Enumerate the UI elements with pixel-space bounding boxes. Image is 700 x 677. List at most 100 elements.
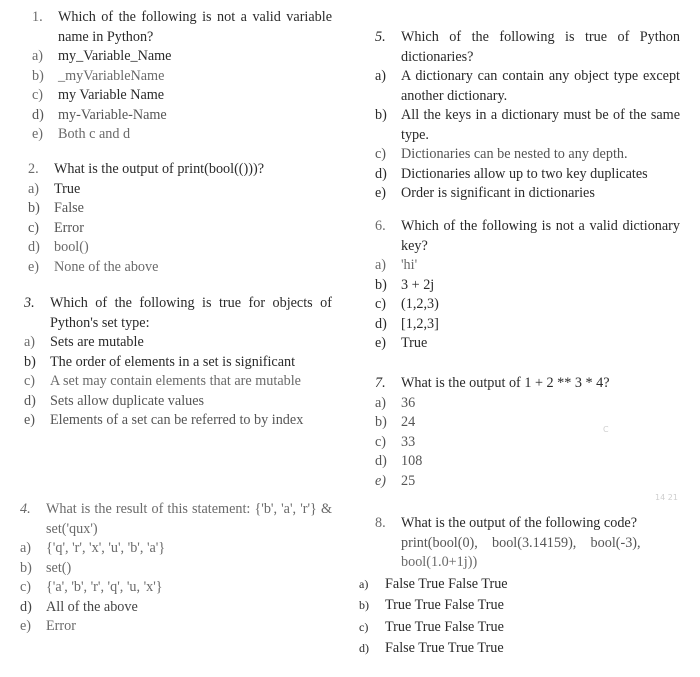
question-number: 2. xyxy=(28,161,39,177)
option: d) bool() xyxy=(28,238,332,258)
option-text: {'q', 'r', 'x', 'u', 'b', 'a'} xyxy=(46,540,166,556)
option-label: d) xyxy=(359,641,369,655)
option-label: e) xyxy=(32,126,44,142)
option: c) Dictionaries can be nested to any dept… xyxy=(375,145,680,165)
option-label: c) xyxy=(24,373,36,389)
option-label: d) xyxy=(28,239,40,255)
option: e) Elements of a set can be referred to b… xyxy=(24,411,332,431)
question-stem: 1. Which of the following is not a valid… xyxy=(32,8,332,47)
question-text: What is the output of print(bool(()))? xyxy=(54,161,264,177)
question-text: Which of the following is true for objec… xyxy=(50,295,332,331)
option-text: True True False True xyxy=(385,618,504,635)
option: b) 3 + 2j xyxy=(375,276,680,296)
option-text: False True False True xyxy=(385,575,508,592)
option-text: Dictionaries allow up to two key duplica… xyxy=(401,165,648,182)
option-label: b) xyxy=(375,107,387,123)
option: c) 33 xyxy=(375,433,680,453)
option: c) Error xyxy=(28,219,332,239)
option: e) None of the above xyxy=(28,258,332,278)
option-label: c) xyxy=(375,433,387,450)
option-text: 33 xyxy=(401,433,416,450)
option-label: d) xyxy=(375,453,387,469)
option-label: a) xyxy=(375,394,387,411)
question-text: Which of the following is not a valid va… xyxy=(58,9,332,45)
question-stem: 3. Which of the following is true for ob… xyxy=(24,294,332,333)
option-label: c) xyxy=(20,579,32,595)
option-label: a) xyxy=(28,180,40,197)
option-label: b) xyxy=(375,276,387,293)
option-text: 25 xyxy=(401,472,416,489)
option: c) my Variable Name xyxy=(32,86,332,106)
option: c) A set may contain elements that are mu… xyxy=(24,372,332,392)
question-stem: 8. What is the output of the following c… xyxy=(359,514,679,534)
option: a) True xyxy=(28,180,332,200)
question-number: 1. xyxy=(32,9,43,25)
option-label: e) xyxy=(375,185,387,201)
code-line: bool(1.0+1j)) xyxy=(401,554,478,570)
option-label: d) xyxy=(24,392,36,409)
question-stem: 6. Which of the following is not a valid… xyxy=(375,217,680,256)
option-text: set() xyxy=(46,559,72,576)
option-label: a) xyxy=(359,576,369,591)
option-label: a) xyxy=(375,68,387,84)
question-number: 4. xyxy=(20,501,31,517)
question-stem: 4. What is the result of this statement:… xyxy=(20,500,332,539)
option-label: a) xyxy=(24,334,36,350)
option: a) {'q', 'r', 'x', 'u', 'b', 'a'} xyxy=(20,539,332,559)
option-label: c) xyxy=(359,619,369,634)
option: b) _myVariableName xyxy=(32,67,332,87)
option-label: d) xyxy=(375,165,387,182)
option: c) {'a', 'b', 'r', 'q', 'u, 'x'} xyxy=(20,578,332,598)
option-label: d) xyxy=(20,598,32,615)
option: e) Order is significant in dictionaries xyxy=(375,184,680,204)
option-label: c) xyxy=(28,219,40,236)
option-label: d) xyxy=(32,106,44,123)
option-text: 24 xyxy=(401,414,416,430)
pencil-mark: 14 21 xyxy=(655,493,678,502)
question-4: 4. What is the result of this statement:… xyxy=(20,500,332,637)
option-label: c) xyxy=(32,87,44,103)
option: e) True xyxy=(375,334,680,354)
option-label: e) xyxy=(20,618,32,634)
option: d) False True True True xyxy=(359,639,679,659)
option: b) True True False True xyxy=(359,596,679,616)
option-text: True xyxy=(401,335,428,351)
option: d) 108 xyxy=(375,452,680,472)
option-label: b) xyxy=(20,559,32,576)
option: d) my-Variable-Name xyxy=(32,106,332,126)
option: d) All of the above xyxy=(20,598,332,618)
option-label: b) xyxy=(32,67,44,84)
option: e) Both c and d xyxy=(32,125,332,145)
question-number: 3. xyxy=(24,295,35,311)
option-text: None of the above xyxy=(54,258,159,275)
option-text: Error xyxy=(46,618,76,634)
option-label: e) xyxy=(375,472,387,489)
option-text: 36 xyxy=(401,394,416,411)
option-label: a) xyxy=(20,540,32,556)
question-6: 6. Which of the following is not a valid… xyxy=(375,217,680,354)
option-text: False xyxy=(54,200,84,216)
question-stem: 2. What is the output of print(bool(()))… xyxy=(28,160,332,180)
option-text: False True True True xyxy=(385,640,504,656)
option-text: Sets allow duplicate values xyxy=(50,392,205,409)
question-3: 3. Which of the following is true for ob… xyxy=(24,294,332,431)
option-label: a) xyxy=(375,257,387,273)
option: d) Dictionaries allow up to two key dupli… xyxy=(375,165,680,185)
question-1: 1. Which of the following is not a valid… xyxy=(32,8,332,145)
option: c) (1,2,3) xyxy=(375,295,680,315)
option-text: A dictionary can contain any object type… xyxy=(401,68,680,104)
option: a) 36 xyxy=(375,394,680,414)
option-label: e) xyxy=(28,258,40,275)
question-number: 8. xyxy=(375,515,386,531)
option-label: b) xyxy=(24,353,36,370)
option: b) set() xyxy=(20,559,332,579)
option-text: Sets are mutable xyxy=(50,334,144,350)
option-text: {'a', 'b', 'r', 'q', 'u, 'x'} xyxy=(46,579,163,595)
option-label: b) xyxy=(375,414,387,430)
option-text: True xyxy=(54,180,81,197)
option-text: All the keys in a dictionary must be of … xyxy=(401,107,680,143)
option-text: 3 + 2j xyxy=(401,276,435,293)
question-text: What is the output of the following code… xyxy=(401,515,638,531)
option-text: my Variable Name xyxy=(58,87,165,103)
option-text: 'hi' xyxy=(401,257,418,273)
